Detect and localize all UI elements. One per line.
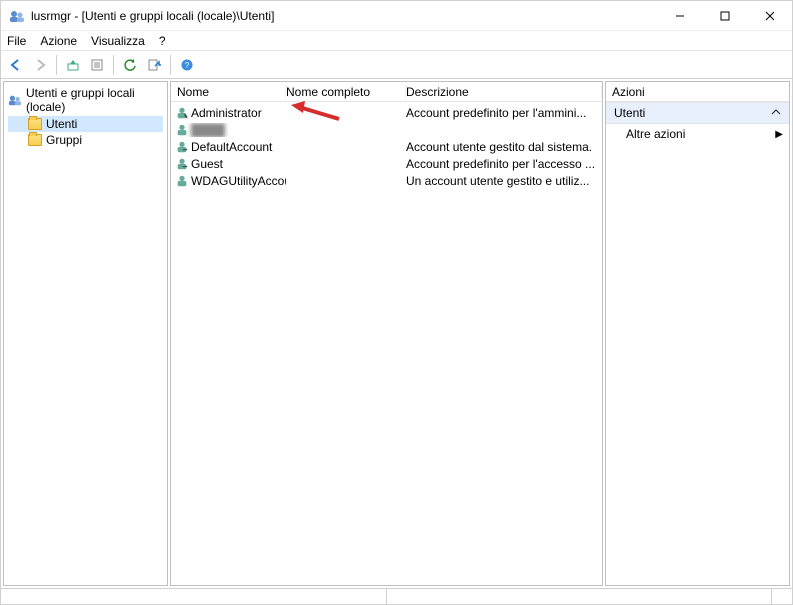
user-description: Account utente gestito dal sistema. bbox=[406, 140, 592, 154]
toolbar: ? bbox=[1, 51, 792, 79]
status-segment bbox=[387, 589, 773, 604]
actions-group-label: Utenti bbox=[614, 106, 645, 120]
submenu-arrow-icon: ▶ bbox=[775, 129, 783, 140]
list-header: Nome Nome completo Descrizione bbox=[171, 82, 602, 102]
user-name: ████ bbox=[191, 123, 225, 137]
console-tree[interactable]: Utenti e gruppi locali (locale) Utenti G… bbox=[4, 82, 167, 150]
user-row[interactable]: Administrator Account predefinito per l'… bbox=[171, 104, 602, 121]
statusbar bbox=[1, 588, 792, 604]
list-pane: Nome Nome completo Descrizione Ad bbox=[170, 81, 603, 586]
actions-group-title[interactable]: Utenti bbox=[606, 102, 789, 124]
main-content: Utenti e gruppi locali (locale) Utenti G… bbox=[1, 79, 792, 588]
actions-header: Azioni bbox=[606, 82, 789, 102]
menubar: File Azione Visualizza ? bbox=[1, 31, 792, 51]
col-header-description[interactable]: Descrizione bbox=[406, 85, 602, 99]
status-grip bbox=[772, 589, 792, 604]
user-icon bbox=[175, 157, 189, 171]
user-name: DefaultAccount bbox=[191, 140, 272, 154]
user-icon bbox=[175, 123, 189, 137]
user-name: Guest bbox=[191, 157, 223, 171]
tree-pane: Utenti e gruppi locali (locale) Utenti G… bbox=[3, 81, 168, 586]
tree-groups-label: Gruppi bbox=[46, 133, 82, 147]
properties-button[interactable] bbox=[86, 54, 108, 76]
tree-node-groups[interactable]: Gruppi bbox=[8, 132, 163, 148]
user-row[interactable]: Guest Account predefinito per l'accesso … bbox=[171, 155, 602, 172]
up-button[interactable] bbox=[62, 54, 84, 76]
collapse-icon bbox=[771, 108, 781, 118]
export-list-button[interactable] bbox=[143, 54, 165, 76]
user-icon bbox=[175, 140, 189, 154]
titlebar: lusrmgr - [Utenti e gruppi locali (local… bbox=[1, 1, 792, 31]
toolbar-separator bbox=[113, 55, 114, 75]
user-icon bbox=[175, 106, 189, 120]
status-segment bbox=[1, 589, 387, 604]
help-button[interactable]: ? bbox=[176, 54, 198, 76]
menu-action[interactable]: Azione bbox=[40, 34, 77, 48]
close-button[interactable] bbox=[747, 1, 792, 30]
forward-button[interactable] bbox=[29, 54, 51, 76]
user-icon bbox=[175, 174, 189, 188]
toolbar-separator bbox=[56, 55, 57, 75]
tree-node-users[interactable]: Utenti bbox=[8, 116, 163, 132]
user-name: Administrator bbox=[191, 106, 262, 120]
user-row[interactable]: ████ bbox=[171, 121, 602, 138]
maximize-button[interactable] bbox=[702, 1, 747, 30]
user-name: WDAGUtilityAccount bbox=[191, 174, 286, 188]
menu-view[interactable]: Visualizza bbox=[91, 34, 145, 48]
user-description: Un account utente gestito e utiliz... bbox=[406, 174, 589, 188]
folder-icon bbox=[28, 134, 42, 146]
tree-root-label: Utenti e gruppi locali (locale) bbox=[26, 86, 163, 114]
app-icon bbox=[9, 8, 25, 24]
tree-users-label: Utenti bbox=[46, 117, 77, 131]
user-row[interactable]: DefaultAccount Account utente gestito da… bbox=[171, 138, 602, 155]
col-header-fullname[interactable]: Nome completo bbox=[286, 85, 406, 99]
toolbar-separator bbox=[170, 55, 171, 75]
user-description: Account predefinito per l'accesso ... bbox=[406, 157, 595, 171]
window-title: lusrmgr - [Utenti e gruppi locali (local… bbox=[31, 9, 274, 23]
actions-more-label: Altre azioni bbox=[626, 127, 685, 141]
refresh-button[interactable] bbox=[119, 54, 141, 76]
svg-text:?: ? bbox=[185, 61, 190, 70]
actions-more[interactable]: Altre azioni ▶ bbox=[606, 124, 789, 144]
window-controls bbox=[657, 1, 792, 30]
actions-pane: Azioni Utenti Altre azioni ▶ bbox=[605, 81, 790, 586]
folder-icon bbox=[28, 118, 42, 130]
user-row[interactable]: WDAGUtilityAccount Un account utente ges… bbox=[171, 172, 602, 189]
list-body[interactable]: Administrator Account predefinito per l'… bbox=[171, 102, 602, 585]
tree-root-node[interactable]: Utenti e gruppi locali (locale) bbox=[8, 84, 163, 116]
back-button[interactable] bbox=[5, 54, 27, 76]
menu-help[interactable]: ? bbox=[159, 34, 166, 48]
users-groups-icon bbox=[8, 93, 22, 107]
minimize-button[interactable] bbox=[657, 1, 702, 30]
user-description: Account predefinito per l'ammini... bbox=[406, 106, 586, 120]
menu-file[interactable]: File bbox=[7, 34, 26, 48]
lusrmgr-window: lusrmgr - [Utenti e gruppi locali (local… bbox=[0, 0, 793, 605]
col-header-name[interactable]: Nome bbox=[171, 85, 286, 99]
